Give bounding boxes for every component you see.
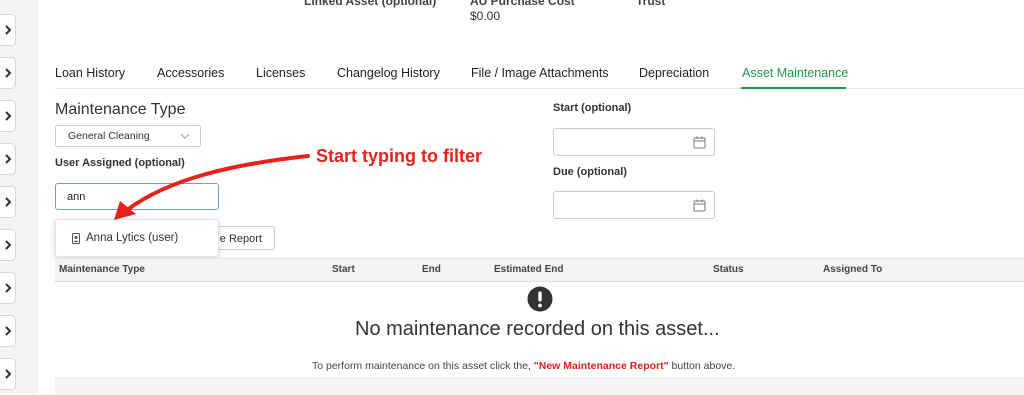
autocomplete-option-label: Anna Lytics (user) — [86, 232, 179, 244]
rail-expand-button[interactable] — [0, 143, 16, 175]
tab-loan-history[interactable]: Loan History — [55, 66, 125, 80]
empty-state-subtitle: To perform maintenance on this asset cli… — [312, 360, 735, 372]
purchase-cost-label: AU Purchase Cost — [470, 0, 575, 8]
rail-expand-button[interactable] — [0, 14, 16, 46]
user-icon — [72, 232, 80, 244]
chevron-right-icon — [4, 154, 11, 164]
user-assigned-input[interactable]: ann — [55, 183, 219, 210]
column-header[interactable]: Status — [713, 264, 744, 275]
annotation-label: Start typing to filter — [316, 146, 482, 166]
due-label: Due (optional) — [553, 166, 627, 178]
rail-expand-button[interactable] — [0, 315, 16, 347]
left-rail — [0, 0, 39, 394]
calendar-icon[interactable] — [693, 199, 706, 212]
chevron-right-icon — [4, 25, 11, 35]
purchase-cost-value: $0.00 — [470, 9, 501, 23]
chevron-right-icon — [4, 197, 11, 207]
rail-expand-button[interactable] — [0, 57, 16, 89]
chevron-right-icon — [4, 68, 11, 78]
rail-expand-button[interactable] — [0, 358, 16, 390]
tab-licenses[interactable]: Licenses — [256, 66, 305, 80]
rail-expand-button[interactable] — [0, 186, 16, 218]
maintenance-type-value: General Cleaning — [68, 130, 150, 142]
due-date-input[interactable] — [553, 191, 715, 219]
empty-state-suffix: button above. — [671, 360, 736, 372]
maintenance-type-title: Maintenance Type — [55, 101, 186, 118]
column-header[interactable]: Estimated End — [494, 264, 563, 275]
tab-asset-maintenance[interactable]: Asset Maintenance — [742, 66, 848, 80]
chevron-right-icon — [4, 369, 11, 379]
chevron-right-icon — [4, 111, 11, 121]
main-content: Linked Asset (optional) AU Purchase Cost… — [38, 0, 1024, 395]
column-header[interactable]: Start — [332, 264, 355, 275]
active-tab-indicator — [741, 87, 846, 89]
maintenance-table-header: Maintenance Type Start End Estimated End… — [55, 258, 1024, 282]
start-date-input[interactable] — [553, 128, 715, 156]
empty-state-prefix: To perform maintenance on this asset cli… — [312, 360, 531, 372]
column-header[interactable]: End — [422, 264, 441, 275]
tab-bar: Loan History Accessories Licenses Change… — [55, 60, 1024, 89]
rail-expand-button[interactable] — [0, 100, 16, 132]
tab-depreciation[interactable]: Depreciation — [639, 66, 709, 80]
user-autocomplete-dropdown: Anna Lytics (user) — [55, 219, 219, 257]
user-assigned-label: User Assigned (optional) — [55, 157, 185, 169]
exclamation-circle-icon — [527, 286, 553, 312]
linked-asset-label: Linked Asset (optional) — [304, 0, 437, 8]
rail-expand-button[interactable] — [0, 229, 16, 261]
empty-state-title: No maintenance recorded on this asset... — [355, 318, 720, 340]
autocomplete-option[interactable]: Anna Lytics (user) — [72, 232, 178, 244]
maintenance-type-select[interactable]: General Cleaning — [55, 125, 201, 147]
chevron-down-icon — [180, 133, 190, 139]
calendar-icon[interactable] — [693, 136, 706, 149]
column-header[interactable]: Assigned To — [823, 264, 882, 275]
trust-label: Trust — [636, 0, 666, 8]
chevron-right-icon — [4, 240, 11, 250]
tab-accessories[interactable]: Accessories — [157, 66, 224, 80]
empty-state-emphasis: "New Maintenance Report" — [533, 360, 669, 372]
bottom-bar — [55, 378, 1024, 395]
column-header[interactable]: Maintenance Type — [59, 264, 145, 275]
tab-file-attachments[interactable]: File / Image Attachments — [471, 66, 609, 80]
rail-expand-button[interactable] — [0, 272, 16, 304]
tab-changelog-history[interactable]: Changelog History — [337, 66, 440, 80]
chevron-right-icon — [4, 326, 11, 336]
chevron-right-icon — [4, 283, 11, 293]
start-label: Start (optional) — [553, 102, 632, 114]
